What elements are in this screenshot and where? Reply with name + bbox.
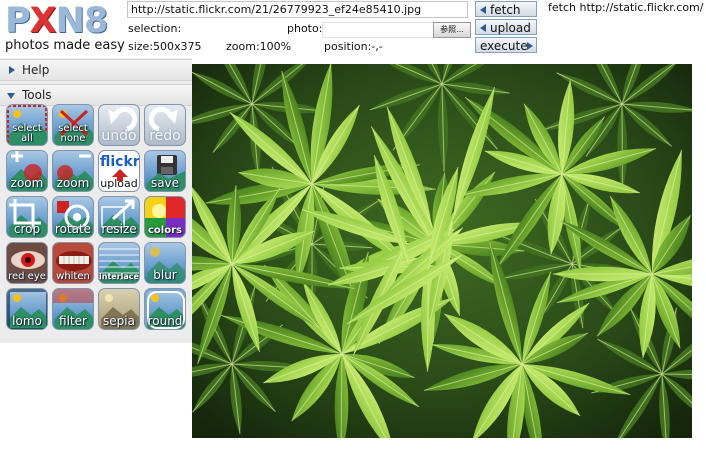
execute-button[interactable]: execute — [475, 37, 537, 53]
upload-button-label: upload — [490, 21, 531, 35]
tools-label: Tools — [22, 88, 52, 102]
tools-section-header[interactable]: Tools — [0, 84, 192, 106]
tool-rotate[interactable]: rotate — [52, 196, 94, 238]
tool-select-none[interactable]: select none — [52, 104, 94, 146]
arrow-right-icon — [527, 42, 533, 50]
tool-whiten[interactable]: whiten — [52, 242, 94, 284]
tool-label: redo — [149, 128, 181, 144]
tool-crop[interactable]: crop — [6, 196, 48, 238]
tool-resize[interactable]: resize — [98, 196, 140, 238]
tool-round[interactable]: round — [144, 288, 186, 330]
tool-label: red eye — [8, 271, 46, 282]
tool-interlace[interactable]: interlace — [98, 242, 140, 284]
status-message: fetch http://static.flickr.com/ — [548, 1, 704, 14]
photo-canvas[interactable] — [192, 64, 692, 438]
photo-label: photo: — [287, 22, 323, 35]
app-tagline: photos made easy — [5, 38, 125, 53]
tool-label: blur — [153, 268, 177, 282]
arrow-left-icon — [480, 24, 486, 32]
tool-label: zoom — [56, 176, 90, 190]
tool-flickr-upload[interactable]: flickr upload — [98, 150, 140, 192]
tool-label: round — [147, 314, 183, 328]
tool-label: sepia — [103, 314, 135, 328]
tool-label: interlace — [99, 272, 139, 281]
logo-wordmark: PXN8 — [5, 1, 108, 41]
tool-label: rotate — [54, 222, 92, 236]
tool-redo[interactable]: redo — [144, 104, 186, 146]
tool-label: zoom — [10, 176, 44, 190]
tool-label: undo — [101, 128, 137, 144]
browse-button[interactable]: 参照... — [433, 22, 471, 38]
app-logo: PXN8 — [5, 1, 125, 41]
help-label: Help — [22, 63, 50, 77]
top-toolbar: PXN8 photos made easy selection: photo: … — [0, 0, 706, 56]
tool-sepia[interactable]: sepia — [98, 288, 140, 330]
upload-button[interactable]: upload — [475, 19, 537, 35]
selection-label: selection: — [128, 22, 182, 35]
tool-label: crop — [13, 222, 41, 236]
collapse-triangle-icon — [7, 93, 15, 99]
tool-zoom-out[interactable]: zoom — [52, 150, 94, 192]
fetch-button[interactable]: fetch — [475, 1, 537, 17]
tool-select-all[interactable]: select all — [6, 104, 48, 146]
tool-label: resize — [101, 222, 137, 236]
arrow-left-icon — [480, 6, 486, 14]
tool-filter[interactable]: filter — [52, 288, 94, 330]
tool-save[interactable]: save — [144, 150, 186, 192]
help-section-header[interactable]: Help — [0, 59, 192, 81]
position-readout: position:-,- — [324, 40, 383, 53]
left-panel: Help Tools select all select none undo r… — [0, 58, 192, 343]
tool-label: all — [21, 133, 33, 144]
tool-label: colors — [148, 225, 182, 236]
zoom-readout: zoom:100% — [226, 40, 292, 53]
photo-file-input[interactable] — [322, 22, 434, 38]
expand-triangle-icon — [9, 66, 15, 74]
tool-label: upload — [100, 177, 138, 190]
url-input[interactable] — [127, 1, 468, 18]
image-size-readout: size:500x375 — [128, 40, 202, 53]
tool-blur[interactable]: blur — [144, 242, 186, 284]
tool-colors[interactable]: colors — [144, 196, 186, 238]
plant-photo — [192, 64, 692, 438]
tool-label: none — [60, 133, 86, 144]
tool-red-eye[interactable]: red eye — [6, 242, 48, 284]
tool-label: lomo — [12, 314, 42, 328]
flickr-wordmark: flickr — [100, 154, 140, 170]
tool-label: whiten — [56, 271, 90, 282]
tool-lomo[interactable]: lomo — [6, 288, 48, 330]
tool-label: filter — [59, 314, 87, 328]
fetch-button-label: fetch — [490, 3, 521, 17]
execute-button-label: execute — [480, 39, 528, 53]
tool-label: save — [150, 176, 180, 190]
tool-undo[interactable]: undo — [98, 104, 140, 146]
tool-zoom-in[interactable]: zoom — [6, 150, 48, 192]
